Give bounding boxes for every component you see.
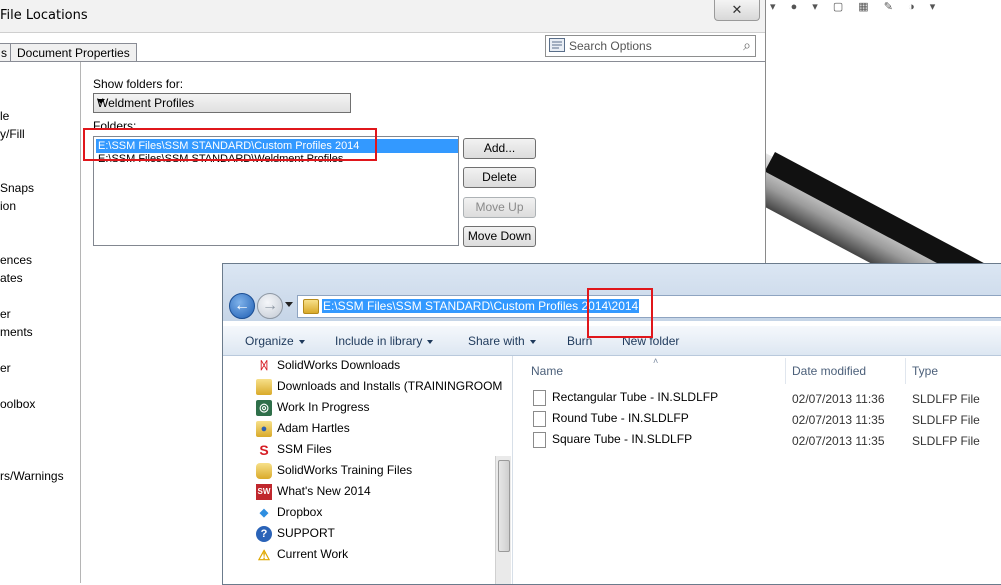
scrollbar-thumb[interactable] xyxy=(498,460,510,552)
show-folders-value: Weldment Profiles xyxy=(97,96,195,110)
file-type: SLDLFP File xyxy=(912,413,980,427)
show-folders-select[interactable]: Weldment Profiles xyxy=(93,93,351,113)
tree-item[interactable]: ates xyxy=(0,271,23,285)
nav-item[interactable]: ◆ Dropbox xyxy=(256,505,323,525)
highlight-box xyxy=(587,288,653,338)
show-folders-label: Show folders for: xyxy=(93,77,184,91)
nav-item[interactable]: SW What's New 2014 xyxy=(256,484,371,504)
warning-icon: ⚠ xyxy=(257,547,271,563)
navigation-pane: ᛞ SolidWorks Downloads Downloads and Inst… xyxy=(223,356,510,584)
file-icon xyxy=(533,390,546,406)
dropbox-icon: ◆ xyxy=(259,507,269,519)
recent-pages-dropdown[interactable] xyxy=(285,302,293,307)
nav-item[interactable]: ⚠ Current Work xyxy=(256,547,348,567)
close-icon: ✕ xyxy=(731,2,743,17)
tree-item[interactable]: er xyxy=(0,361,11,375)
column-header-type[interactable]: Type xyxy=(912,364,938,378)
tree-item[interactable]: y/Fill xyxy=(0,127,25,141)
nav-item[interactable]: SolidWorks Training Files xyxy=(256,463,412,483)
file-type: SLDLFP File xyxy=(912,434,980,448)
tree-item[interactable]: ion xyxy=(0,199,16,213)
include-in-library-button[interactable]: Include in library xyxy=(335,334,434,348)
delete-button[interactable]: Delete xyxy=(463,167,536,188)
column-separator xyxy=(905,358,906,384)
organize-button[interactable]: Organize xyxy=(245,334,305,348)
search-placeholder: Search Options xyxy=(569,39,652,53)
add-button[interactable]: Add... xyxy=(463,138,536,159)
arrow-left-icon: ← xyxy=(234,297,250,314)
chevron-down-icon xyxy=(97,99,105,104)
whats-new-icon: SW xyxy=(256,484,272,500)
file-type: SLDLFP File xyxy=(912,392,980,406)
folder-icon xyxy=(256,379,272,395)
tree-item[interactable]: le xyxy=(0,109,9,123)
file-row[interactable]: Rectangular Tube - IN.SLDLFP xyxy=(533,390,718,410)
move-up-button[interactable]: Move Up xyxy=(463,197,536,218)
nav-item[interactable]: S SSM Files xyxy=(256,442,331,462)
chevron-down-icon xyxy=(427,339,434,344)
sort-indicator-icon: ˄ xyxy=(653,356,659,366)
nav-scrollbar[interactable] xyxy=(495,456,511,584)
nav-item[interactable]: ? SUPPORT xyxy=(256,526,335,546)
close-button[interactable]: ✕ xyxy=(714,0,760,21)
dialog-titlebar: File Locations ✕ xyxy=(0,0,765,33)
network-folder-icon: ◎ xyxy=(256,400,272,416)
solidworks-icon: ᛞ xyxy=(260,360,268,372)
tree-item[interactable]: Snaps xyxy=(0,181,34,195)
highlight-box xyxy=(83,128,377,161)
file-list: ˄ Name Date modified Type Rectangular Tu… xyxy=(512,356,1001,584)
chevron-down-icon xyxy=(298,339,305,344)
move-down-button[interactable]: Move Down xyxy=(463,226,536,247)
search-icon: ⌕ xyxy=(743,37,751,53)
file-date: 02/07/2013 11:36 xyxy=(792,392,885,406)
ssm-icon: S xyxy=(259,442,269,458)
file-date: 02/07/2013 11:35 xyxy=(792,413,885,427)
share-with-button[interactable]: Share with xyxy=(468,334,536,348)
nav-item[interactable]: ● Adam Hartles xyxy=(256,421,350,441)
search-options-icon xyxy=(549,38,565,52)
tree-item[interactable]: er xyxy=(0,307,11,321)
chevron-down-icon xyxy=(529,339,536,344)
file-icon xyxy=(533,432,546,448)
back-button[interactable]: ← xyxy=(229,293,255,319)
app-toolbar-icons: ▾ ● ▾ ▢ ▦ ✎ ◑ ▾ xyxy=(770,1,942,12)
tree-item[interactable]: oolbox xyxy=(0,397,35,411)
arrow-right-icon: → xyxy=(262,297,278,314)
nav-item[interactable]: ᛞ SolidWorks Downloads xyxy=(256,358,400,378)
tabs-divider xyxy=(0,61,765,62)
explorer-window: ← → E:\SSM Files\SSM STANDARD\Custom Pro… xyxy=(222,263,1001,585)
column-header-date[interactable]: Date modified xyxy=(792,364,866,378)
tree-item[interactable]: ences xyxy=(0,253,32,267)
folder-icon: ● xyxy=(256,421,272,437)
file-row[interactable]: Round Tube - IN.SLDLFP xyxy=(533,411,689,431)
options-tree: le y/Fill Snaps ion ences ates er ments … xyxy=(0,62,81,583)
file-date: 02/07/2013 11:35 xyxy=(792,434,885,448)
search-options-input[interactable]: Search Options ⌕ xyxy=(545,35,756,57)
folder-icon xyxy=(303,299,319,314)
nav-item[interactable]: Downloads and Installs (TRAININGROOM xyxy=(256,379,502,399)
tab-document-properties[interactable]: Document Properties xyxy=(10,43,137,62)
file-icon xyxy=(533,411,546,427)
column-separator xyxy=(785,358,786,384)
file-row[interactable]: Square Tube - IN.SLDLFP xyxy=(533,432,692,452)
folder-group-icon xyxy=(256,463,272,479)
tree-item[interactable]: rs/Warnings xyxy=(0,469,64,483)
help-icon: ? xyxy=(256,526,272,542)
tree-item[interactable]: ments xyxy=(0,325,33,339)
column-header-name[interactable]: Name xyxy=(531,364,563,378)
nav-item[interactable]: ◎ Work In Progress xyxy=(256,400,369,420)
dialog-title: File Locations xyxy=(0,8,88,23)
forward-button[interactable]: → xyxy=(257,293,283,319)
